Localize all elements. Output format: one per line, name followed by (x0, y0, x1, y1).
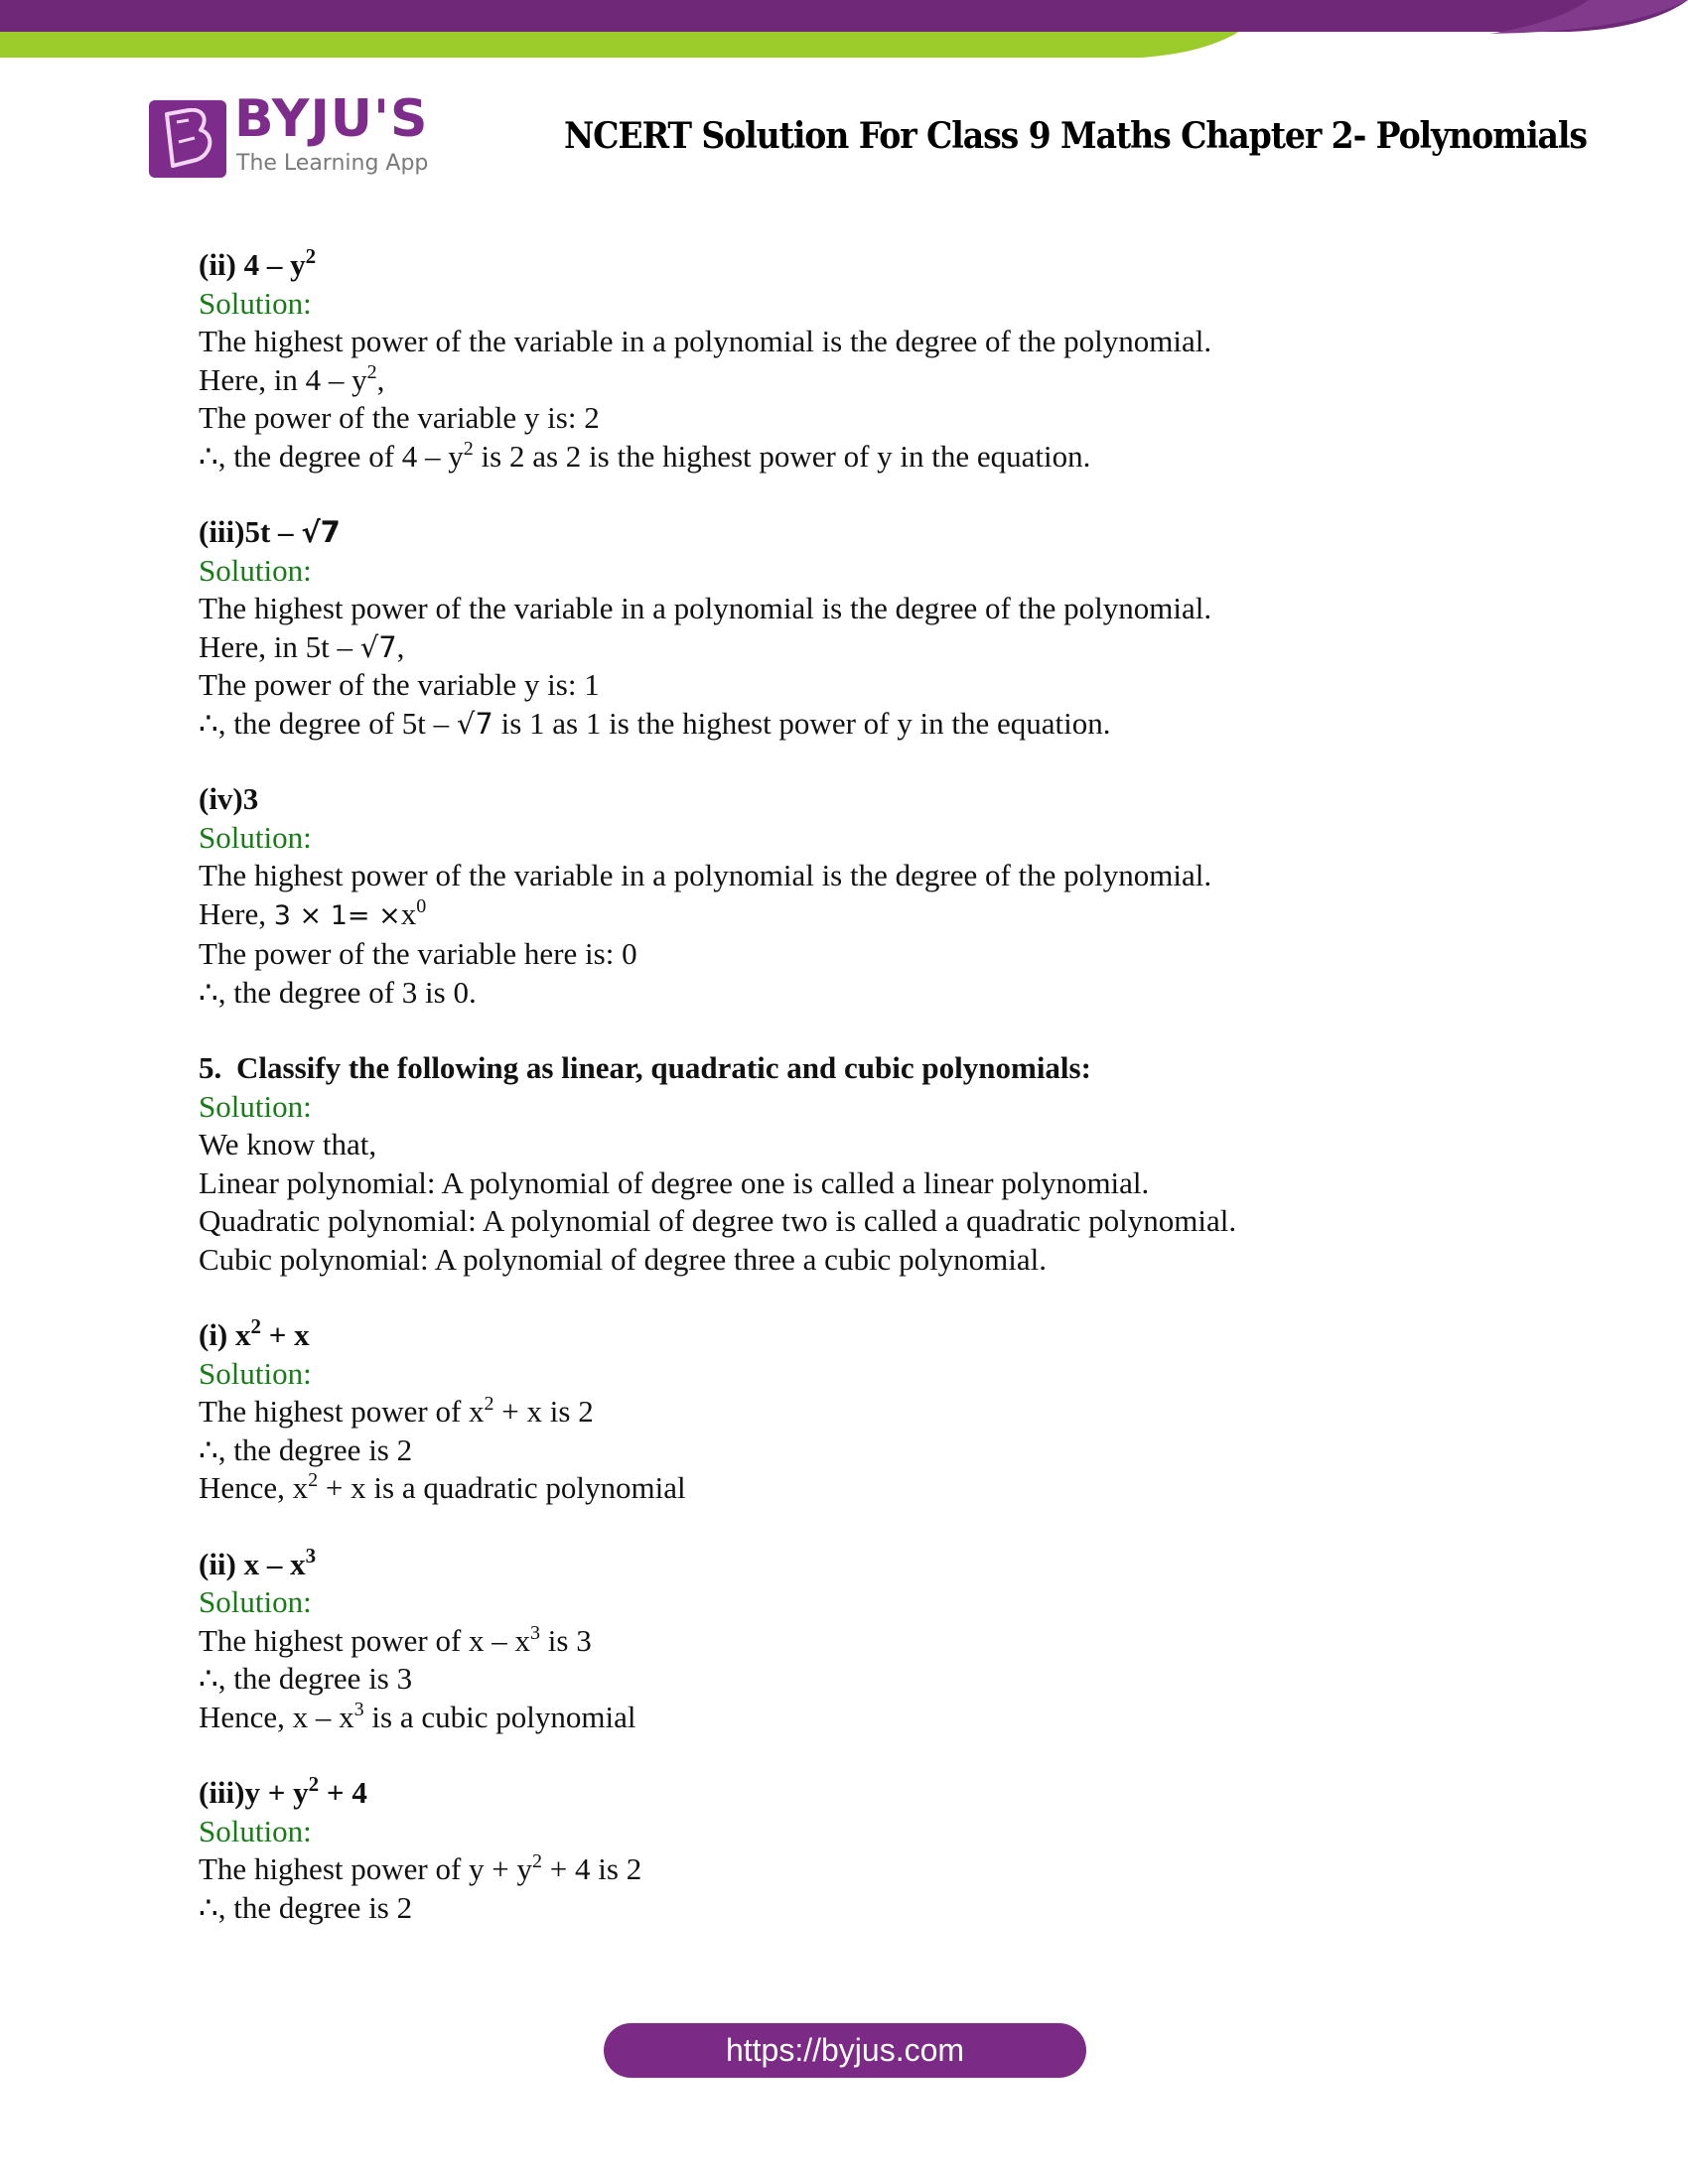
solution-conclusion: Hence, x2 + x is a quadratic polynomial (199, 1469, 686, 1505)
solution-text: The highest power of x2 + x is 2 (199, 1393, 594, 1429)
document-body: (ii) 4 – y2 Solution: The highest power … (199, 246, 1549, 1927)
question-label: (i) x2 + x (199, 1314, 310, 1353)
question-5: 5. Classify the following as linear, quad… (199, 1049, 1549, 1279)
logo-b-icon (149, 100, 226, 178)
question-5-i: (i) x2 + x Solution: The highest power o… (199, 1316, 1549, 1508)
question-heading: 5. Classify the following as linear, quad… (199, 1050, 1091, 1085)
question-label: (ii) x – x3 (199, 1543, 317, 1581)
solution-text: The highest power of the variable in a p… (199, 591, 1212, 625)
solution-text: We know that, (199, 1127, 377, 1161)
question-4-iii: (iii)5t – √7 Solution: The highest power… (199, 513, 1549, 743)
solution-conclusion: ∴, the degree of 3 is 0. (199, 974, 477, 1010)
byjus-logo[interactable]: BYJU'S The Learning App (149, 93, 437, 181)
solution-label: Solution: (199, 552, 312, 588)
question-label: (iii)y + y2 + 4 (199, 1772, 367, 1811)
question-5-ii: (ii) x – x3 Solution: The highest power … (199, 1543, 1549, 1737)
solution-conclusion: Hence, x – x3 is a cubic polynomial (199, 1698, 636, 1734)
solution-text: ∴, the degree is 3 (199, 1661, 413, 1696)
solution-text: The highest power of the variable in a p… (199, 858, 1212, 892)
solution-text: The highest power of x – x3 is 3 (199, 1621, 592, 1658)
solution-text: The power of the variable y is: 2 (199, 400, 600, 435)
solution-label: Solution: (199, 1813, 312, 1848)
document-title: NCERT Solution For Class 9 Maths Chapter… (564, 115, 1588, 157)
solution-text: The power of the variable here is: 0 (199, 936, 637, 971)
solution-label: Solution: (199, 285, 312, 321)
question-label: (ii) 4 – y2 (199, 244, 317, 283)
solution-text: The highest power of the variable in a p… (199, 324, 1212, 358)
sqrt-7: √7 (301, 515, 341, 549)
definition-cubic: Cubic polynomial: A polynomial of degree… (199, 1241, 1048, 1277)
solution-text: The power of the variable y is: 1 (199, 667, 600, 702)
brand-tagline: The Learning App (236, 151, 429, 176)
solution-text: ∴, the degree is 2 (199, 1889, 413, 1925)
solution-text: Here, in 4 – y2, (199, 360, 385, 397)
solution-label: Solution: (199, 819, 312, 855)
solution-conclusion: ∴, the degree of 4 – y2 is 2 as 2 is the… (199, 437, 1091, 474)
question-4-ii: (ii) 4 – y2 Solution: The highest power … (199, 246, 1549, 476)
solution-text: Here, 3 × 1= ×x0 (199, 894, 427, 931)
brand-name: BYJU'S (234, 89, 429, 149)
solution-text: Here, in 5t – √7, (199, 628, 405, 664)
footer-url-link[interactable]: https://byjus.com (604, 2023, 1086, 2078)
question-4-iv: (iv)3 Solution: The highest power of the… (199, 780, 1549, 1012)
solution-label: Solution: (199, 1088, 312, 1124)
solution-text: The highest power of y + y2 + 4 is 2 (199, 1850, 642, 1886)
question-label: (iii)5t – √7 (199, 514, 341, 549)
question-5-iii: (iii)y + y2 + 4 Solution: The highest po… (199, 1774, 1549, 1927)
solution-conclusion: ∴, the degree of 5t – √7 is 1 as 1 is th… (199, 705, 1111, 741)
solution-label: Solution: (199, 1584, 312, 1619)
solution-text: ∴, the degree is 2 (199, 1432, 413, 1467)
header-decorative-band (0, 0, 1688, 69)
definition-quadratic: Quadratic polynomial: A polynomial of de… (199, 1203, 1237, 1238)
question-label: (iv)3 (199, 781, 259, 816)
definition-linear: Linear polynomial: A polynomial of degre… (199, 1164, 1150, 1200)
solution-label: Solution: (199, 1355, 312, 1391)
